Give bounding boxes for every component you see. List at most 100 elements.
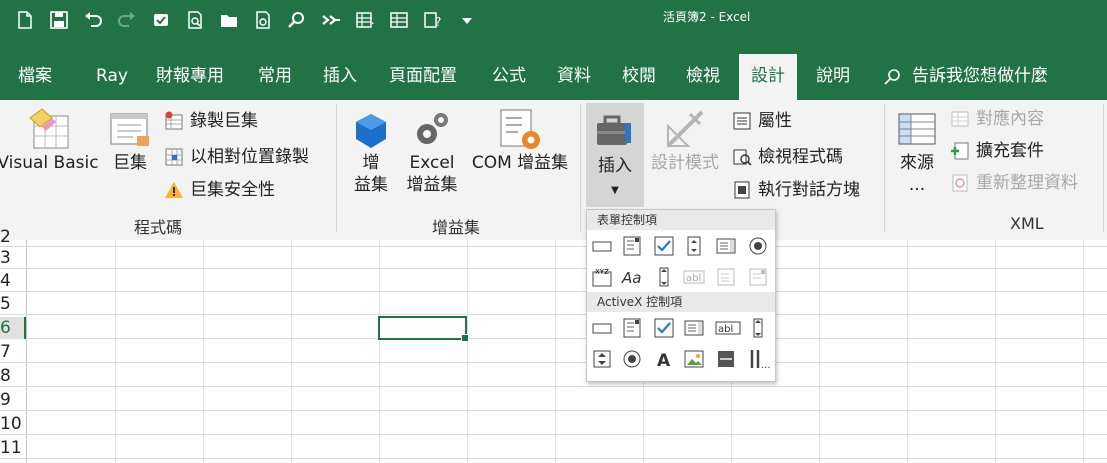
row-header[interactable]: 10 [0, 413, 26, 435]
activex-scrollbar-icon[interactable] [747, 317, 769, 339]
activex-button-icon[interactable] [591, 317, 613, 339]
map-properties-icon [951, 111, 969, 127]
fill-handle[interactable] [461, 334, 469, 342]
tab-financial[interactable]: 財報專用 [156, 54, 224, 100]
column-gridline [291, 240, 292, 463]
row-header[interactable]: 4 [0, 270, 26, 292]
table-dropdown-icon[interactable] [354, 9, 376, 31]
macros-icon [110, 113, 149, 146]
group-label-code: 程式碼 [134, 218, 183, 237]
row-header[interactable]: 3 [0, 247, 26, 269]
worksheet-grid[interactable]: 2 3 4 5 6 7 8 9 10 11 [0, 227, 1107, 463]
view-code-button[interactable]: 檢視程式碼 [732, 145, 843, 169]
form-scrollbar-icon[interactable] [653, 266, 675, 288]
visual-basic-label: Visual Basic [0, 153, 99, 173]
addins-cube-icon [356, 114, 386, 148]
customize-qat-icon[interactable] [456, 9, 478, 31]
form-combo-dropdown-disabled-icon[interactable] [747, 266, 769, 288]
form-option-button-icon[interactable] [747, 235, 769, 257]
help-grid-icon[interactable]: ? [422, 9, 444, 31]
expansion-packs-button[interactable]: 擴充套件 [950, 139, 1044, 163]
row-header[interactable]: 7 [0, 341, 26, 363]
undo-icon[interactable] [82, 9, 104, 31]
print-preview-icon[interactable] [184, 9, 206, 31]
activex-textbox-icon[interactable]: abl [715, 317, 741, 339]
macro-security-button[interactable]: 巨集安全性 [164, 178, 275, 202]
open-folder-icon[interactable] [218, 9, 240, 31]
row-gridline [0, 246, 1107, 247]
activex-controls-header: ActiveX 控制項 [587, 292, 775, 312]
insert-controls-button[interactable]: 插入 ▼ [586, 103, 644, 207]
column-gridline [467, 240, 468, 463]
form-group-box-icon[interactable]: XYZ [591, 266, 613, 288]
tab-design[interactable]: 設計 [739, 54, 797, 100]
row-header[interactable]: 2 [0, 226, 26, 248]
refresh-file-icon[interactable] [252, 9, 274, 31]
activex-label-icon[interactable]: A [653, 348, 675, 370]
go-to-icon[interactable] [320, 9, 342, 31]
form-button-icon[interactable] [591, 235, 613, 257]
row-header[interactable]: 9 [0, 389, 26, 411]
activex-combobox-icon[interactable] [621, 317, 643, 339]
row-header[interactable]: 11 [0, 437, 26, 459]
find-icon[interactable] [286, 9, 308, 31]
xml-source-button[interactable]: 來源 ... [892, 106, 942, 196]
tab-file[interactable]: 檔案 [18, 54, 52, 100]
row-header-active[interactable]: 6 [0, 317, 26, 339]
form-combo-list-disabled-icon[interactable] [715, 266, 737, 288]
activex-checkbox-icon[interactable] [653, 317, 675, 339]
activex-listbox-icon[interactable] [683, 317, 705, 339]
activex-spinner-icon[interactable] [591, 348, 613, 370]
tab-page-layout[interactable]: 頁面配置 [389, 54, 457, 100]
record-macro-button[interactable]: 錄製巨集 [164, 109, 258, 133]
tab-data[interactable]: 資料 [557, 54, 591, 100]
tab-home[interactable]: 常用 [258, 54, 292, 100]
relative-reference-button[interactable]: 以相對位置錄製 [164, 145, 309, 169]
form-combobox-icon[interactable] [621, 235, 643, 257]
tab-view[interactable]: 檢視 [686, 54, 720, 100]
activex-toggle-button-icon[interactable] [715, 348, 737, 370]
tell-me-search[interactable]: 告訴我您想做什麼 [884, 54, 1048, 100]
quick-access-toolbar: ? [14, 6, 478, 34]
activex-image-icon[interactable] [683, 348, 705, 370]
row-header[interactable]: 5 [0, 293, 26, 315]
tab-formulas[interactable]: 公式 [492, 54, 526, 100]
refresh-data-button[interactable]: 重新整理資料 [950, 171, 1078, 195]
design-mode-button[interactable]: 設計模式 [646, 106, 724, 174]
activex-option-button-icon[interactable] [621, 348, 643, 370]
properties-button[interactable]: 屬性 [732, 109, 792, 133]
tab-help[interactable]: 說明 [816, 54, 850, 100]
form-label-icon[interactable]: Aa [621, 266, 643, 288]
tab-insert[interactable]: 插入 [323, 54, 357, 100]
tab-review[interactable]: 校閱 [622, 54, 656, 100]
chevron-down-icon: ▼ [611, 185, 619, 196]
new-file-icon[interactable] [14, 9, 36, 31]
form-textfield-disabled-icon[interactable]: abl [683, 266, 705, 288]
activex-more-controls-icon[interactable]: ... [747, 348, 773, 370]
spellcheck-icon[interactable] [150, 9, 172, 31]
record-macro-label: 錄製巨集 [190, 111, 258, 131]
macros-button[interactable]: 巨集 [104, 106, 156, 174]
tab-ray[interactable]: Ray [96, 54, 128, 100]
visual-basic-button[interactable]: Visual Basic [0, 106, 100, 174]
table-icon[interactable] [388, 9, 410, 31]
excel-addins-button[interactable]: Excel 增益集 [402, 106, 462, 196]
row-gridline [0, 291, 1107, 292]
xml-source-label-1: 來源 [900, 153, 934, 173]
row-gridline [0, 410, 1107, 411]
form-checkbox-icon[interactable] [653, 235, 675, 257]
selected-cell[interactable] [378, 316, 469, 342]
redo-icon[interactable] [116, 9, 138, 31]
row-header[interactable]: 8 [0, 365, 26, 387]
com-addins-button[interactable]: COM 增益集 [464, 106, 576, 174]
form-spinner-icon[interactable] [683, 235, 705, 257]
window-title: 活頁簿2 - Excel [663, 10, 751, 24]
save-icon[interactable] [48, 9, 70, 31]
run-dialog-button[interactable]: 執行對話方塊 [732, 178, 860, 202]
svg-text:A: A [657, 351, 671, 370]
form-listbox-icon[interactable] [715, 235, 737, 257]
addins-button[interactable]: 增 益集 [348, 110, 394, 196]
excel-addins-label-2: 增益集 [406, 175, 458, 195]
map-properties-button[interactable]: 對應內容 [950, 107, 1044, 131]
row-header-border [26, 240, 27, 463]
